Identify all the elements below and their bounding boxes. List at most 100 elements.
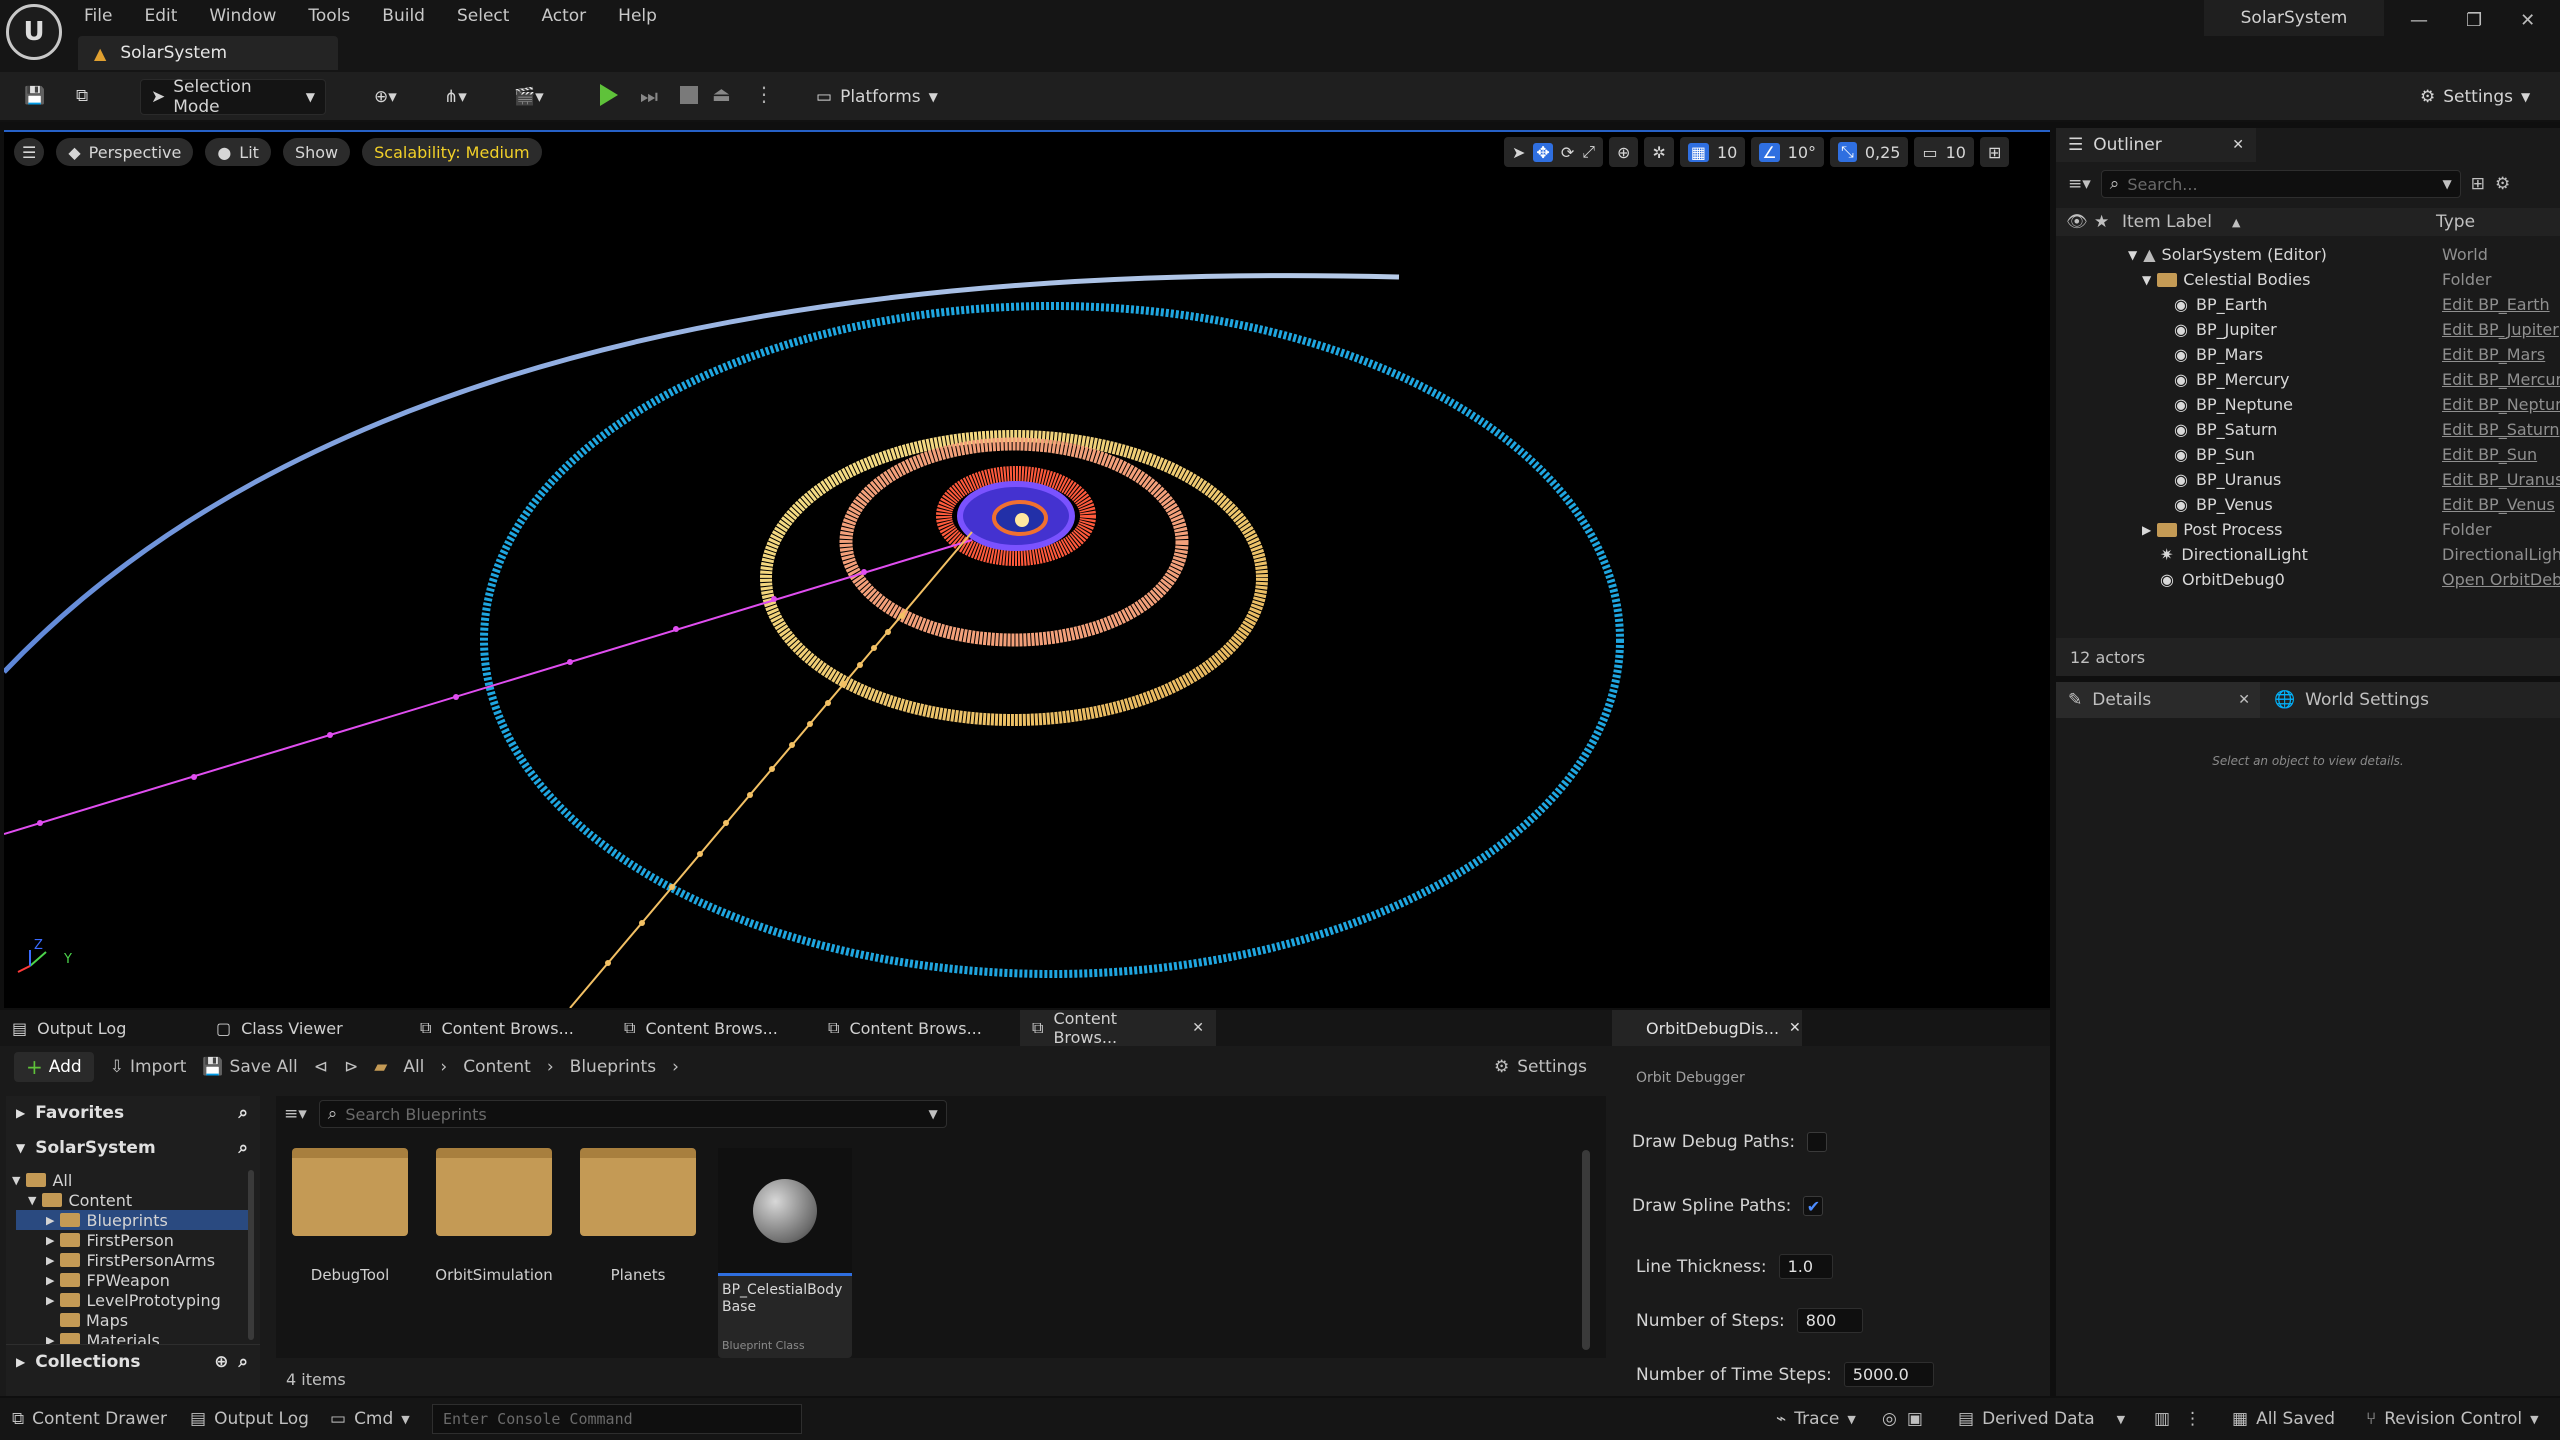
favorites-header[interactable]: ▶ Favorites ⌕: [6, 1096, 260, 1130]
level-tab[interactable]: ▲ SolarSystem: [78, 36, 338, 70]
outliner-row[interactable]: ▶ Post Process Folder: [2056, 517, 2560, 542]
lit-button[interactable]: ● Lit: [205, 138, 271, 166]
tab-class-viewer[interactable]: ▢ Class Viewer: [204, 1010, 408, 1046]
menu-tools[interactable]: Tools: [292, 0, 366, 32]
expand-icon[interactable]: ▶: [2142, 523, 2151, 537]
edit-blueprint-link[interactable]: Edit BP_Earth: [2442, 295, 2560, 314]
translate-tool-icon[interactable]: ✥: [1533, 142, 1553, 162]
outliner-row[interactable]: ◉ BP_Mercury Edit BP_Mercury: [2056, 367, 2560, 392]
add-actor-button[interactable]: ⊕▾: [364, 79, 407, 115]
tab-content-browser-4[interactable]: ⧉ Content Brows... ✕: [1020, 1009, 1216, 1047]
viewport-menu-button[interactable]: ☰: [14, 138, 45, 166]
forward-icon[interactable]: ⊳: [344, 1057, 358, 1077]
camera-speed-button[interactable]: ▭ 10: [1914, 137, 1974, 167]
star-icon[interactable]: ★: [2094, 212, 2109, 232]
minimize-icon[interactable]: —: [2410, 10, 2428, 31]
steps-input[interactable]: 800: [1796, 1308, 1863, 1333]
project-header[interactable]: ▼ SolarSystem ⌕: [6, 1130, 260, 1166]
outliner-row[interactable]: ◉ BP_Mars Edit BP_Mars: [2056, 342, 2560, 367]
gear-icon[interactable]: ⚙: [2495, 174, 2510, 194]
col-item-label[interactable]: Item Label: [2122, 212, 2212, 232]
layout-button[interactable]: ⊞: [1979, 137, 2010, 167]
breadcrumb-content[interactable]: Content: [463, 1057, 531, 1077]
scale-snap-button[interactable]: ⤡ 0,25: [1830, 137, 1909, 167]
edit-blueprint-link[interactable]: Edit BP_Mars: [2442, 345, 2560, 364]
menu-actor[interactable]: Actor: [525, 0, 602, 32]
open-blueprint-link[interactable]: Open OrbitDebug: [2442, 570, 2560, 589]
menu-edit[interactable]: Edit: [128, 0, 193, 32]
tab-content-browser-2[interactable]: ⧉ Content Brows...: [612, 1010, 816, 1046]
edit-blueprint-link[interactable]: Edit BP_Jupiter: [2442, 320, 2560, 339]
tab-content-browser-1[interactable]: ⧉ Content Brows...: [408, 1010, 612, 1046]
outliner-row[interactable]: ◉ BP_Neptune Edit BP_Neptune: [2056, 392, 2560, 417]
trace-button[interactable]: ⌁ Trace ▼: [1776, 1404, 1856, 1434]
content-drawer-button[interactable]: ⧉ Content Drawer: [12, 1404, 167, 1434]
perspective-button[interactable]: ◆ Perspective: [56, 138, 194, 166]
tab-details[interactable]: ✎ Details ✕: [2056, 682, 2260, 718]
menu-help[interactable]: Help: [602, 0, 673, 32]
tree-item[interactable]: ▶ FirstPersonArms: [46, 1250, 215, 1270]
select-tool-icon[interactable]: ➤: [1512, 143, 1525, 162]
tree-item[interactable]: ▶ LevelPrototyping: [46, 1290, 221, 1310]
blueprint-button[interactable]: ⋔▾: [434, 79, 477, 115]
time-steps-input[interactable]: 5000.0: [1843, 1362, 1934, 1387]
col-type[interactable]: Type: [2436, 212, 2475, 232]
edit-blueprint-link[interactable]: Edit BP_Mercury: [2442, 370, 2560, 389]
asset-scrollbar[interactable]: [1582, 1150, 1590, 1350]
outliner-tab[interactable]: ☰ Outliner ✕: [2056, 128, 2256, 162]
add-button[interactable]: + Add: [14, 1052, 94, 1082]
edit-blueprint-link[interactable]: Edit BP_Venus: [2442, 495, 2560, 514]
outliner-row[interactable]: ▼ Celestial Bodies Folder: [2056, 267, 2560, 292]
tree-item[interactable]: ▶ FPWeapon: [46, 1270, 170, 1290]
tree-item[interactable]: ▼ All: [12, 1170, 72, 1190]
menu-select[interactable]: Select: [441, 0, 525, 32]
draw-debug-paths-checkbox[interactable]: [1807, 1132, 1828, 1152]
cinematics-button[interactable]: 🎬▾: [504, 79, 554, 115]
line-thickness-input[interactable]: 1.0: [1778, 1254, 1833, 1279]
outliner-row[interactable]: ◉ BP_Sun Edit BP_Sun: [2056, 442, 2560, 467]
derived-data-button[interactable]: ▤ Derived Data ▼: [1958, 1404, 2125, 1434]
folder-nav-icon[interactable]: ▰: [374, 1057, 387, 1077]
stop-icon[interactable]: [680, 86, 698, 104]
close-icon[interactable]: ✕: [2232, 137, 2244, 153]
menu-window[interactable]: Window: [193, 0, 292, 32]
tree-item[interactable]: ▶ FirstPerson: [46, 1230, 174, 1250]
platforms-button[interactable]: ▭ Platforms ▼: [806, 79, 948, 115]
screenshot-icon[interactable]: ▣: [1907, 1409, 1923, 1429]
edit-blueprint-link[interactable]: Edit BP_Uranus: [2442, 470, 2560, 489]
scalability-badge[interactable]: Scalability: Medium: [362, 138, 542, 166]
settings-button[interactable]: ⚙ Settings ▼: [2410, 79, 2540, 115]
tab-world-settings[interactable]: 🌐 World Settings: [2260, 682, 2429, 718]
asset-tile[interactable]: OrbitSimulation: [434, 1148, 554, 1284]
rotate-tool-icon[interactable]: ⟳: [1561, 143, 1574, 162]
asset-search-input[interactable]: ⌕ Search Blueprints ▼: [318, 1100, 947, 1128]
eye-icon[interactable]: 👁: [2066, 212, 2088, 232]
outliner-row[interactable]: ◉ BP_Venus Edit BP_Venus: [2056, 492, 2560, 517]
import-button[interactable]: ⇩ Import: [110, 1057, 187, 1077]
advance-frame-icon[interactable]: ⏭: [640, 84, 658, 108]
draw-spline-paths-checkbox[interactable]: ✔: [1803, 1196, 1824, 1216]
outliner-search-input[interactable]: ⌕ Search... ▼: [2100, 170, 2461, 198]
tree-item[interactable]: Maps: [60, 1310, 128, 1330]
rotation-snap-button[interactable]: ∠ 10°: [1751, 137, 1825, 167]
restore-icon[interactable]: ❐: [2466, 10, 2482, 31]
surface-snap-button[interactable]: ✲: [1644, 137, 1674, 167]
more-options-icon[interactable]: ⋮: [2184, 1409, 2201, 1429]
world-space-button[interactable]: ⊕: [1609, 137, 1639, 167]
tab-content-browser-3[interactable]: ⧉ Content Brows...: [816, 1010, 1020, 1046]
outliner-row[interactable]: ◉ BP_Earth Edit BP_Earth: [2056, 292, 2560, 317]
breadcrumb-blueprints[interactable]: Blueprints: [570, 1057, 656, 1077]
content-icon[interactable]: ⧉: [66, 78, 98, 114]
tree-item-selected[interactable]: ▶ Blueprints: [16, 1210, 248, 1230]
outliner-row[interactable]: ◉ OrbitDebug0 Open OrbitDebug: [2056, 567, 2560, 592]
save-icon[interactable]: 💾: [14, 78, 55, 114]
console-input[interactable]: Enter Console Command: [432, 1404, 802, 1434]
asset-tile-blueprint[interactable]: BP_CelestialBody Base Blueprint Class: [718, 1148, 852, 1358]
output-log-button[interactable]: ▤ Output Log: [190, 1404, 309, 1434]
edit-blueprint-link[interactable]: Edit BP_Saturn: [2442, 420, 2560, 439]
scale-tool-icon[interactable]: ⤢: [1582, 142, 1595, 162]
back-icon[interactable]: ⊲: [314, 1057, 328, 1077]
record-icon[interactable]: ◎: [1882, 1409, 1897, 1429]
outliner-row[interactable]: ▼ ▲ SolarSystem (Editor) World: [2056, 242, 2560, 267]
grid-snap-button[interactable]: ▦ 10: [1679, 137, 1746, 167]
